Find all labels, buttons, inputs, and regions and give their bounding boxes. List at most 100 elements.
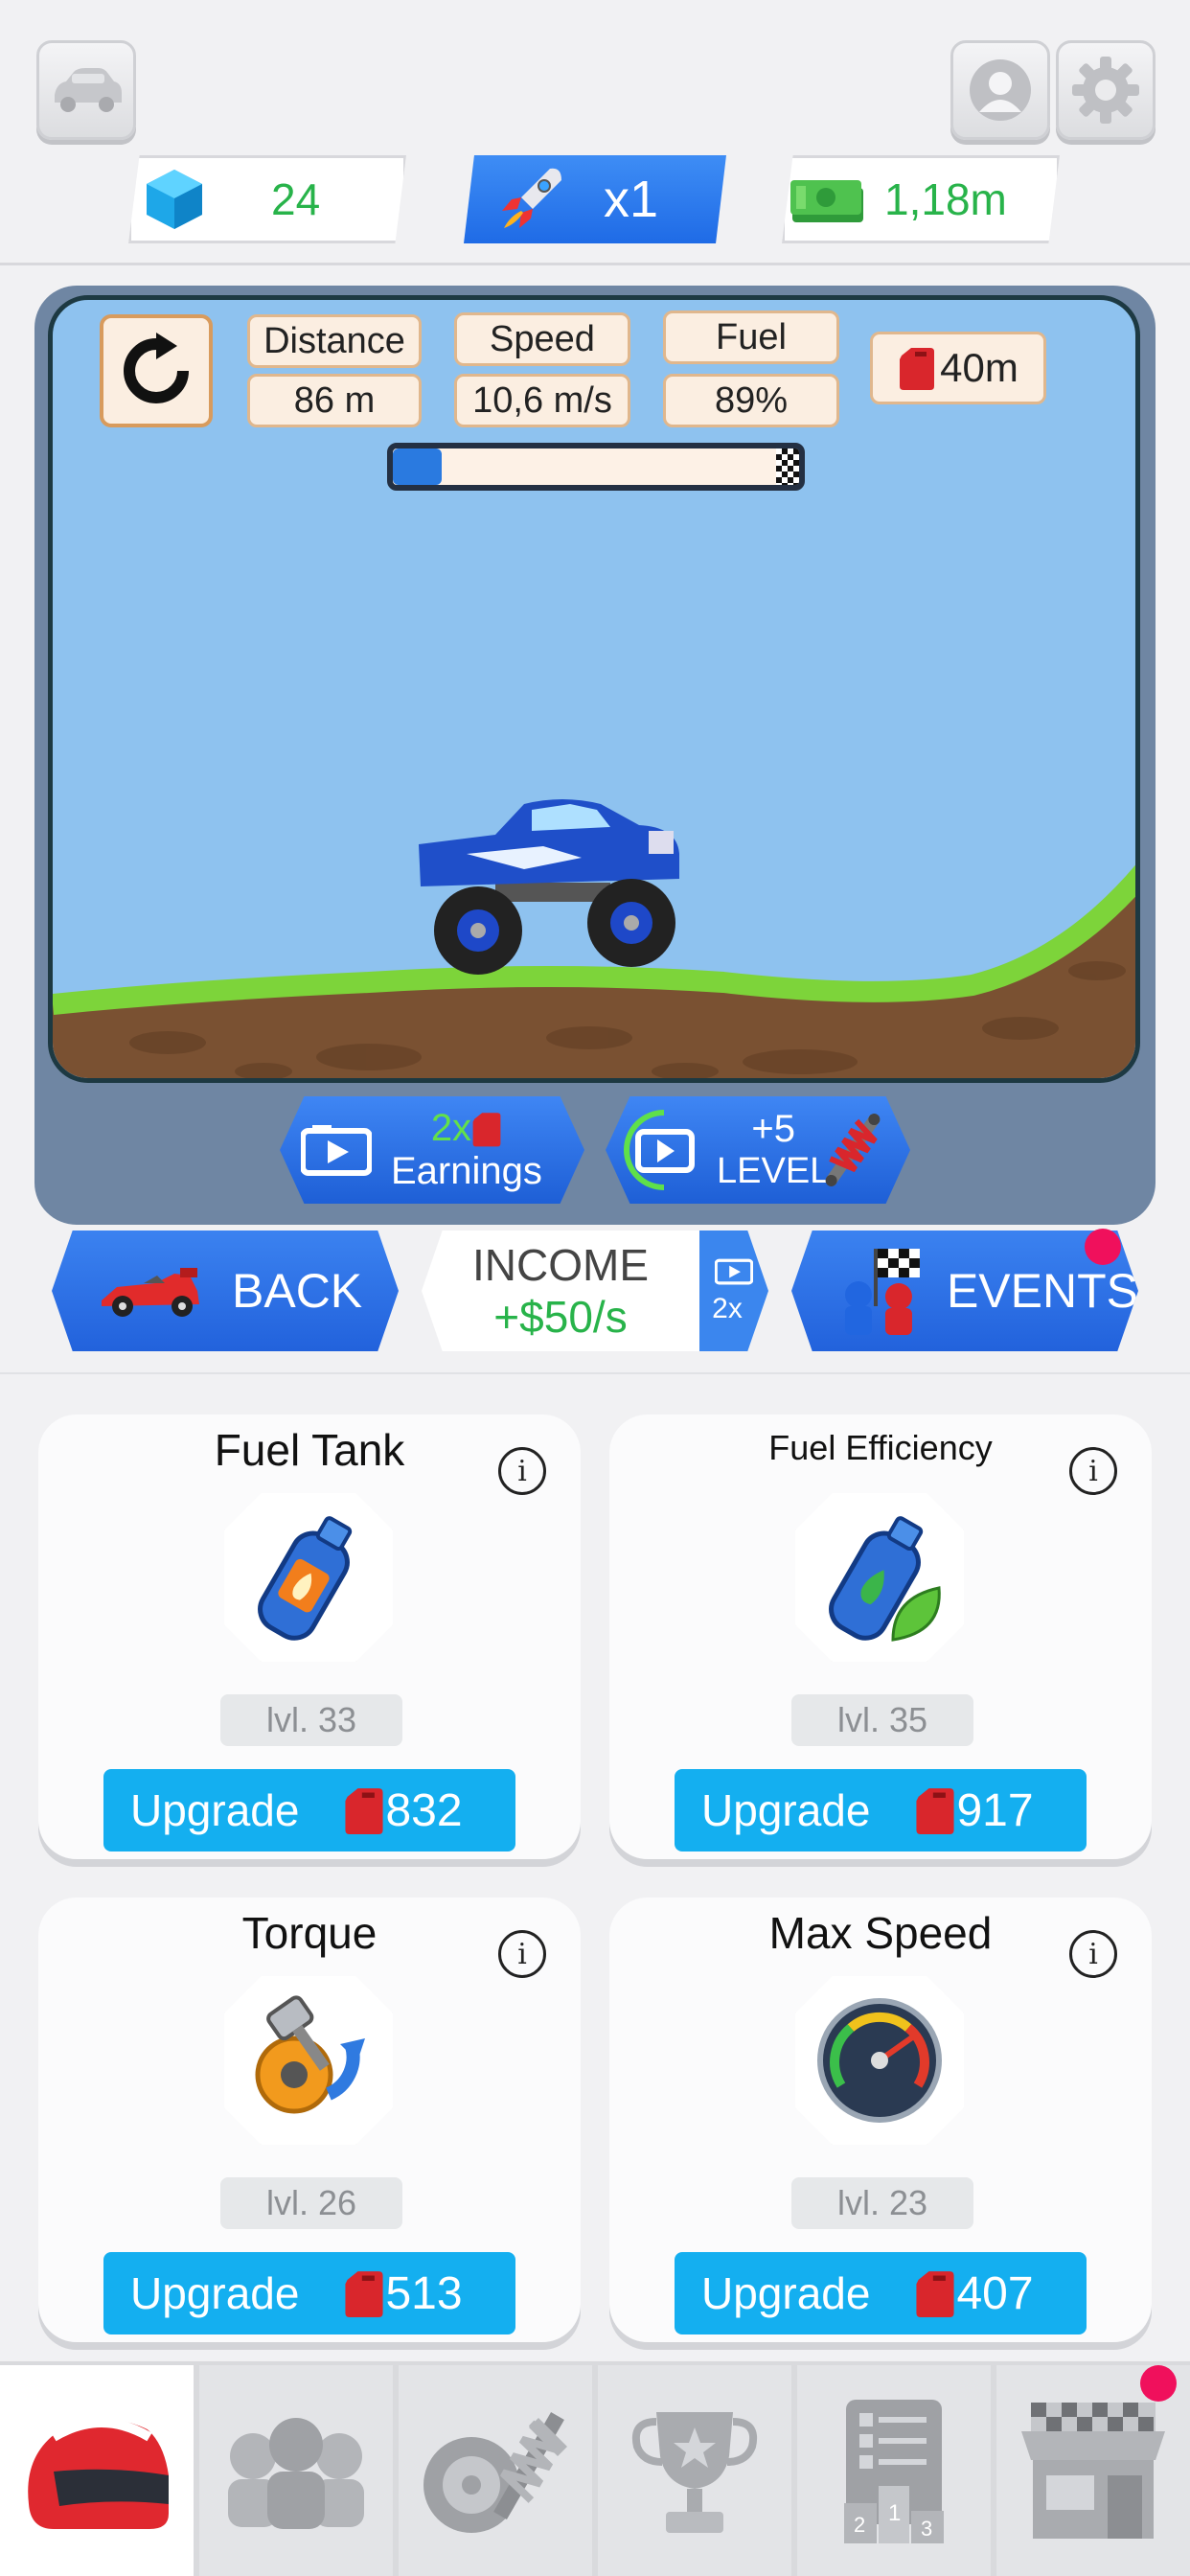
jerrycan-icon <box>900 348 935 390</box>
jerrycan-icon <box>345 1788 384 1834</box>
upgrade-card-fuel-efficiency: Fuel Efficiency i lvl. 35 Upgrade 917 <box>609 1414 1152 1859</box>
level-boost-label: LEVEL <box>717 1151 831 1191</box>
shop-notification-dot <box>1140 2365 1177 2402</box>
info-icon[interactable]: i <box>498 1447 546 1495</box>
level-boost-ad-button[interactable]: +5 LEVEL <box>606 1096 910 1204</box>
fuel-tank-icon <box>224 1493 393 1662</box>
cash-value: 1,18m <box>884 174 1007 224</box>
parts-icon <box>423 2412 567 2533</box>
restart-icon <box>124 333 189 403</box>
rocket-icon <box>502 168 561 228</box>
fuel-value: 89% <box>663 374 839 427</box>
info-icon[interactable]: i <box>1069 1930 1117 1978</box>
speed-label: Speed <box>454 312 630 366</box>
income-label: INCOME <box>472 1240 649 1290</box>
svg-text:2: 2 <box>854 2513 865 2537</box>
nav-tab-leaderboard[interactable]: 1 2 3 <box>797 2365 991 2576</box>
video-ad-icon <box>715 1258 753 1285</box>
jerrycan-icon <box>472 1112 501 1146</box>
upgrade-card-max-speed: Max Speed i lvl. 23 Upgrade 407 <box>609 1898 1152 2342</box>
upgrade-label: Upgrade <box>130 2268 300 2318</box>
video-ad-icon <box>301 1125 372 1176</box>
fuel-bonus-value: 40m <box>940 345 1018 390</box>
cash-counter[interactable]: 1,18m <box>782 155 1060 243</box>
level-boost-amount: +5 <box>751 1108 795 1150</box>
earnings-label: Earnings <box>391 1150 542 1192</box>
distance-label: Distance <box>247 314 422 368</box>
svg-text:3: 3 <box>921 2517 932 2541</box>
leaderboard-icon: 1 2 3 <box>844 2400 944 2543</box>
speed-value: 10,6 m/s <box>454 374 630 427</box>
user-icon <box>970 59 1031 121</box>
car-icon <box>55 68 122 112</box>
double-earnings-ad-button[interactable]: 2x Earnings <box>280 1096 584 1204</box>
garage-button[interactable] <box>36 40 136 140</box>
back-label: BACK <box>232 1264 363 1318</box>
info-icon[interactable]: i <box>1069 1447 1117 1495</box>
fuel-bonus-pill: 40m <box>870 332 1046 404</box>
race-car-icon <box>102 1268 199 1317</box>
nav-tab-drivers[interactable] <box>199 2365 393 2576</box>
gear-icon <box>1072 57 1139 124</box>
nav-tab-trophies[interactable] <box>598 2365 791 2576</box>
cash-icon <box>790 180 863 222</box>
shop-icon <box>1021 2403 1165 2539</box>
jerrycan-icon <box>916 2271 955 2317</box>
restart-button[interactable] <box>100 314 213 427</box>
level-badge: lvl. 23 <box>791 2177 973 2229</box>
settings-button[interactable] <box>1056 40 1156 140</box>
income-ad-button[interactable]: 2x <box>699 1230 768 1351</box>
upgrade-button[interactable]: Upgrade 832 <box>103 1769 515 1852</box>
nav-tab-parts[interactable] <box>399 2365 592 2576</box>
earnings-multiplier: 2x <box>430 1107 472 1149</box>
torque-icon <box>224 1976 393 2145</box>
distance-value: 86 m <box>247 374 422 427</box>
income-value: +$50/s <box>493 1292 628 1342</box>
speedometer-icon <box>795 1976 964 2145</box>
upgrade-label: Upgrade <box>130 1785 300 1835</box>
jerrycan-icon <box>345 2271 384 2317</box>
finish-flag-icon <box>776 448 799 485</box>
drivers-icon <box>228 2418 364 2529</box>
level-badge: lvl. 33 <box>220 1694 402 1746</box>
upgrade-cost: 407 <box>956 2267 1034 2319</box>
video-ad-timer-icon <box>624 1110 695 1190</box>
top-divider <box>0 263 1190 265</box>
trophy-icon <box>632 2412 757 2533</box>
upgrade-button[interactable]: Upgrade 917 <box>675 1769 1087 1852</box>
back-button[interactable]: BACK <box>52 1230 399 1351</box>
upgrade-label: Upgrade <box>701 1785 871 1835</box>
nav-tab-race[interactable] <box>0 2365 194 2576</box>
distance-progress-bar <box>387 443 805 491</box>
income-button[interactable]: INCOME +$50/s 2x <box>422 1230 768 1351</box>
monster-truck <box>419 799 679 975</box>
racers-flag-icon <box>844 1249 920 1335</box>
upgrade-card-torque: Torque i lvl. 26 Upgrade 513 <box>38 1898 581 2342</box>
profile-button[interactable] <box>950 40 1050 140</box>
boost-multiplier-button[interactable]: x1 <box>464 155 726 243</box>
fuel-label: Fuel <box>663 310 839 364</box>
cards-divider <box>0 1372 1190 1374</box>
upgrade-cost: 832 <box>385 1784 463 1836</box>
jerrycan-icon <box>916 1788 955 1834</box>
upgrade-label: Upgrade <box>701 2268 871 2318</box>
upgrade-button[interactable]: Upgrade 513 <box>103 2252 515 2334</box>
events-notification-dot <box>1085 1229 1121 1265</box>
gems-counter[interactable]: 24 <box>128 155 406 243</box>
helmet-icon <box>28 2411 169 2529</box>
level-badge: lvl. 35 <box>791 1694 973 1746</box>
events-label: EVENTS <box>946 1264 1138 1318</box>
info-icon[interactable]: i <box>498 1930 546 1978</box>
gem-icon <box>147 170 202 229</box>
shock-absorber-icon <box>825 1114 881 1186</box>
upgrade-cost: 917 <box>956 1784 1034 1836</box>
boost-value: x1 <box>604 171 659 228</box>
gems-value: 24 <box>271 174 321 224</box>
level-badge: lvl. 26 <box>220 2177 402 2229</box>
income-ad-multiplier: 2x <box>712 1293 743 1324</box>
upgrade-button[interactable]: Upgrade 407 <box>675 2252 1087 2334</box>
progress-fill <box>393 448 442 485</box>
upgrade-card-fuel-tank: Fuel Tank i lvl. 33 Upgrade 832 <box>38 1414 581 1859</box>
fuel-efficiency-icon <box>795 1493 964 1662</box>
upgrade-cost: 513 <box>385 2267 463 2319</box>
